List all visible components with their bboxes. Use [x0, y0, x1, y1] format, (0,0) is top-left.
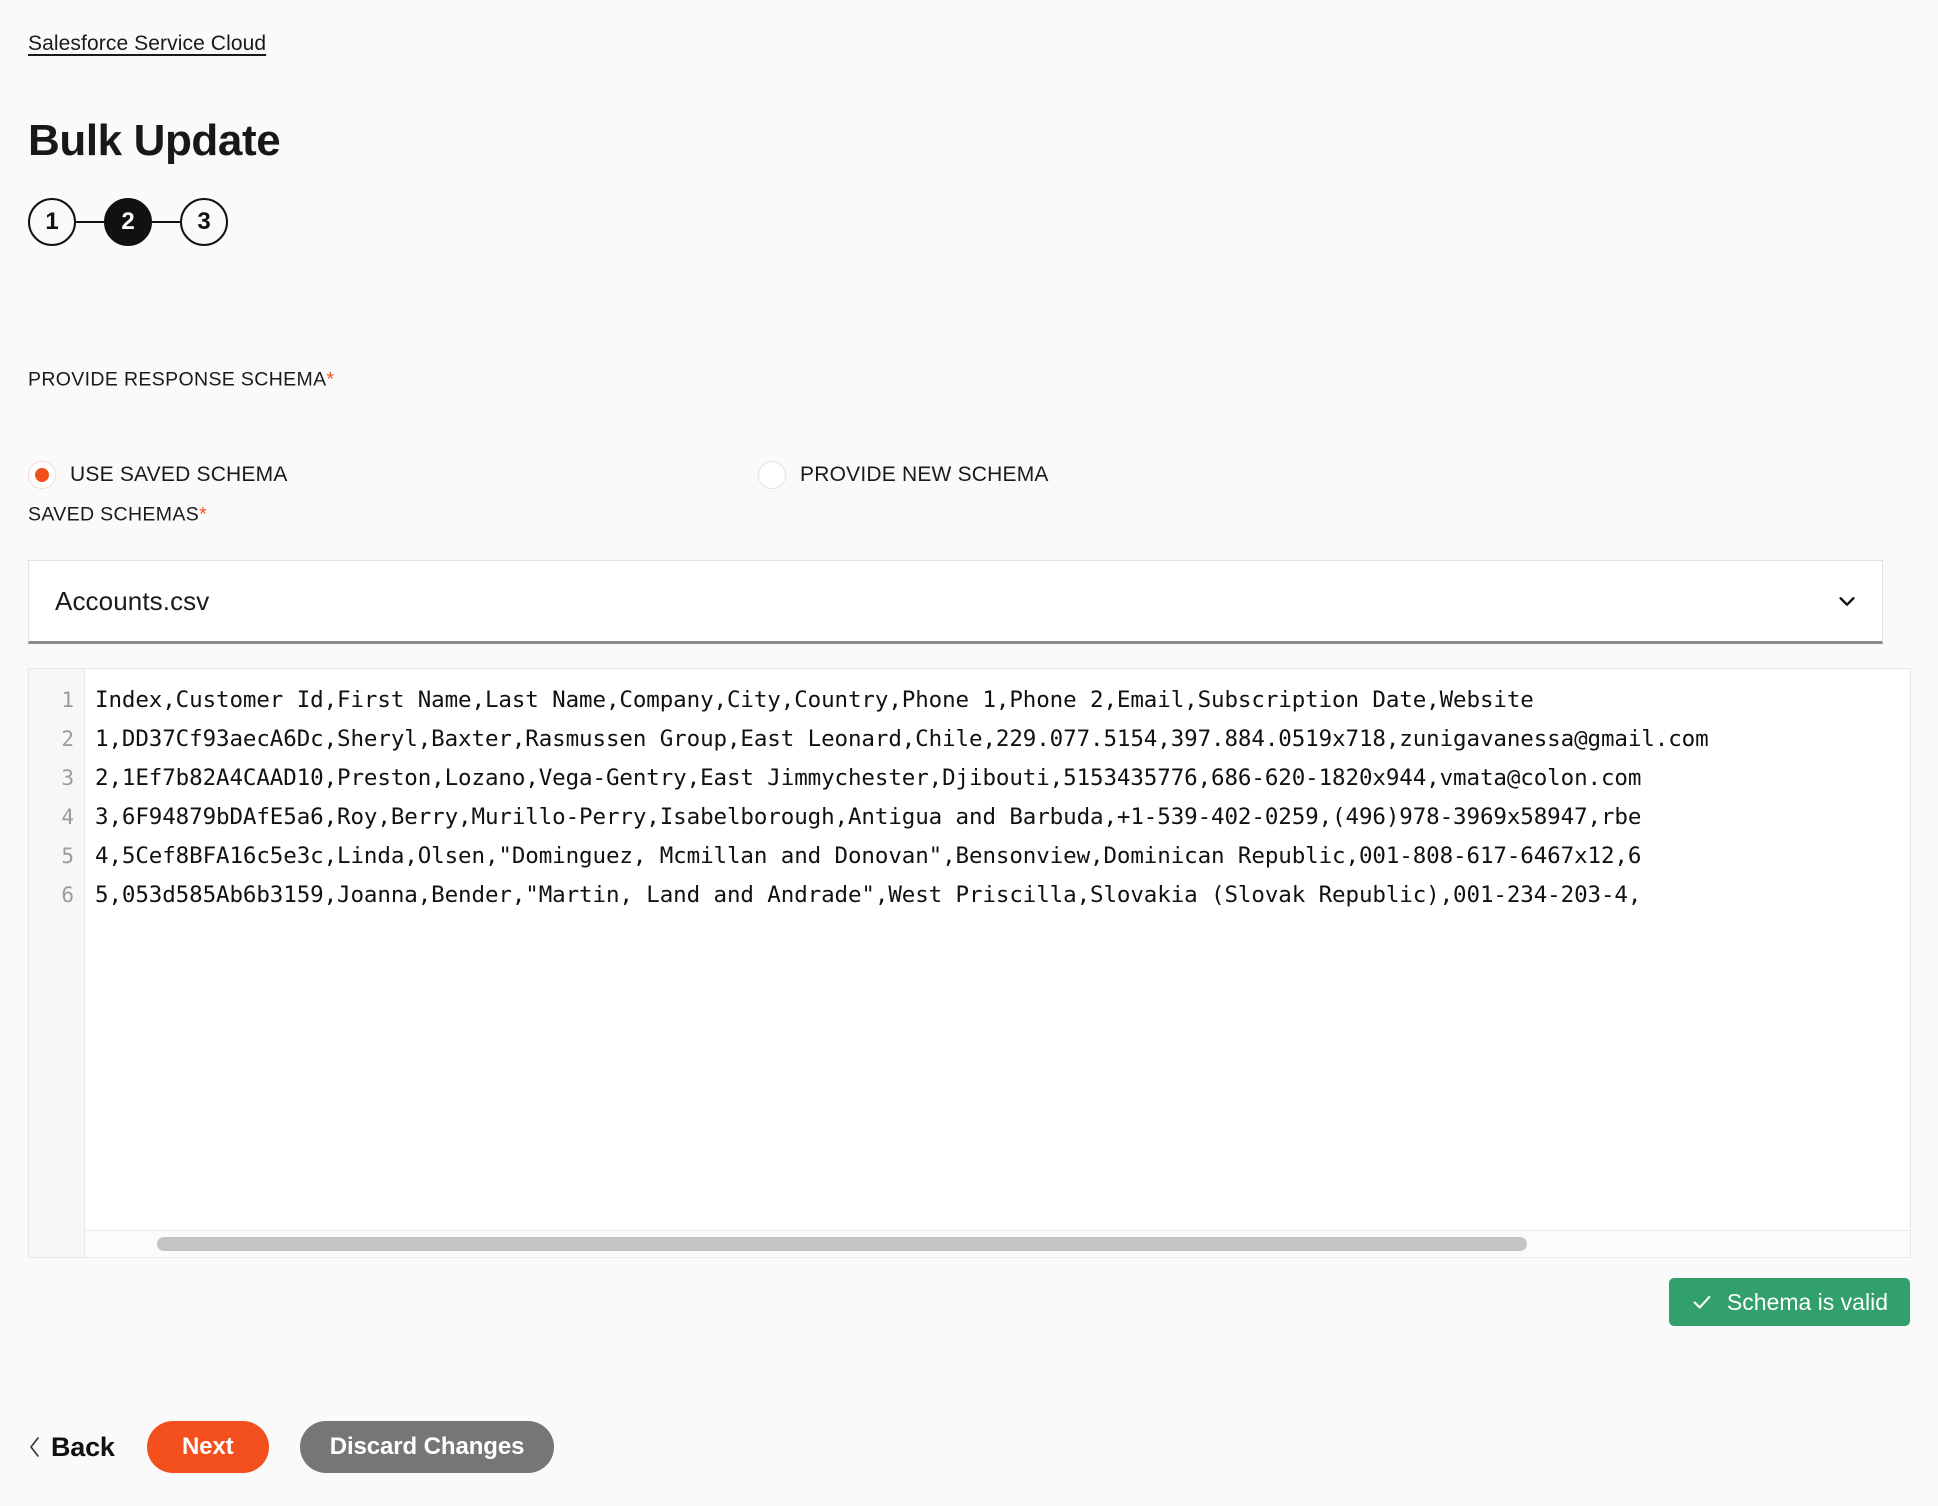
radio-label-provide-new-schema: PROVIDE NEW SCHEMA: [800, 463, 1049, 486]
editor-code-line: 2,1Ef7b82A4CAAD10,Preston,Lozano,Vega-Ge…: [95, 765, 1642, 791]
radio-indicator-provide-new-schema[interactable]: [758, 461, 786, 489]
required-asterisk: *: [326, 368, 335, 391]
saved-schemas-selected-value: Accounts.csv: [55, 585, 210, 616]
check-icon: [1693, 1295, 1711, 1309]
editor-horizontal-scrollbar-track[interactable]: [85, 1230, 1910, 1257]
editor-line-number-gutter: 1 2 3 4 5 6: [29, 669, 85, 1257]
schema-code-editor[interactable]: 1 2 3 4 5 6 Index,Customer Id,First Name…: [28, 668, 1911, 1258]
stepper-step-1[interactable]: 1: [28, 198, 76, 246]
back-button-label: Back: [51, 1431, 115, 1462]
required-asterisk: *: [199, 503, 208, 526]
stepper-step-1-label: 1: [45, 208, 59, 235]
provide-response-schema-label: PROVIDE RESPONSE SCHEMA*: [28, 369, 334, 392]
radio-label-use-saved-schema: USE SAVED SCHEMA: [70, 463, 288, 486]
editor-line-number: 3: [61, 766, 74, 790]
response-schema-radio-group: USE SAVED SCHEMA PROVIDE NEW SCHEMA: [28, 455, 1228, 495]
page-title: Bulk Update: [28, 116, 281, 166]
radio-option-provide-new-schema[interactable]: PROVIDE NEW SCHEMA: [758, 461, 1049, 489]
saved-schemas-label: SAVED SCHEMAS*: [28, 504, 207, 527]
editor-code-line: 3,6F94879bDAfE5a6,Roy,Berry,Murillo-Perr…: [95, 804, 1642, 830]
editor-line-number: 1: [61, 688, 74, 712]
editor-line-number: 4: [61, 805, 74, 829]
back-button[interactable]: Back: [28, 1432, 115, 1463]
editor-code-line: 1,DD37Cf93aecA6Dc,Sheryl,Baxter,Rasmusse…: [95, 726, 1709, 752]
chevron-down-icon: [1839, 597, 1855, 606]
editor-code-line: 5,053d585Ab6b3159,Joanna,Bender,"Martin,…: [95, 882, 1642, 908]
next-button[interactable]: Next: [146, 1421, 269, 1473]
editor-code-line: 4,5Cef8BFA16c5e3c,Linda,Olsen,"Dominguez…: [95, 843, 1642, 869]
status-badge-label: Schema is valid: [1726, 1288, 1888, 1315]
bulk-update-page: Salesforce Service Cloud Bulk Update 1 2…: [0, 0, 1938, 1506]
stepper-step-3-label: 3: [197, 208, 211, 235]
saved-schemas-select[interactable]: Accounts.csv: [28, 560, 1883, 644]
breadcrumb-salesforce-service-cloud[interactable]: Salesforce Service Cloud: [28, 32, 266, 56]
editor-horizontal-scrollbar-thumb[interactable]: [157, 1237, 1527, 1251]
editor-code-area[interactable]: Index,Customer Id,First Name,Last Name,C…: [85, 669, 1910, 1257]
discard-changes-button[interactable]: Discard Changes: [299, 1421, 555, 1473]
stepper-connector-1: [75, 221, 105, 223]
stepper: 1 2 3: [28, 198, 228, 246]
stepper-connector-2: [151, 221, 181, 223]
status-badge-schema-valid: Schema is valid: [1668, 1278, 1910, 1326]
footer-actions: Back Next Discard Changes: [28, 1421, 555, 1473]
radio-indicator-use-saved-schema[interactable]: [28, 461, 56, 489]
editor-code-line: Index,Customer Id,First Name,Last Name,C…: [95, 687, 1534, 713]
stepper-step-3[interactable]: 3: [180, 198, 228, 246]
stepper-step-2-label: 2: [121, 208, 135, 235]
editor-line-number: 5: [61, 844, 74, 868]
saved-schemas-label-text: SAVED SCHEMAS: [28, 503, 200, 526]
chevron-left-icon: [30, 1437, 39, 1457]
stepper-step-2[interactable]: 2: [104, 198, 152, 246]
editor-line-number: 6: [61, 883, 74, 907]
provide-response-schema-label-text: PROVIDE RESPONSE SCHEMA: [28, 368, 327, 391]
radio-option-use-saved-schema[interactable]: USE SAVED SCHEMA: [28, 461, 758, 489]
editor-line-number: 2: [61, 727, 74, 751]
